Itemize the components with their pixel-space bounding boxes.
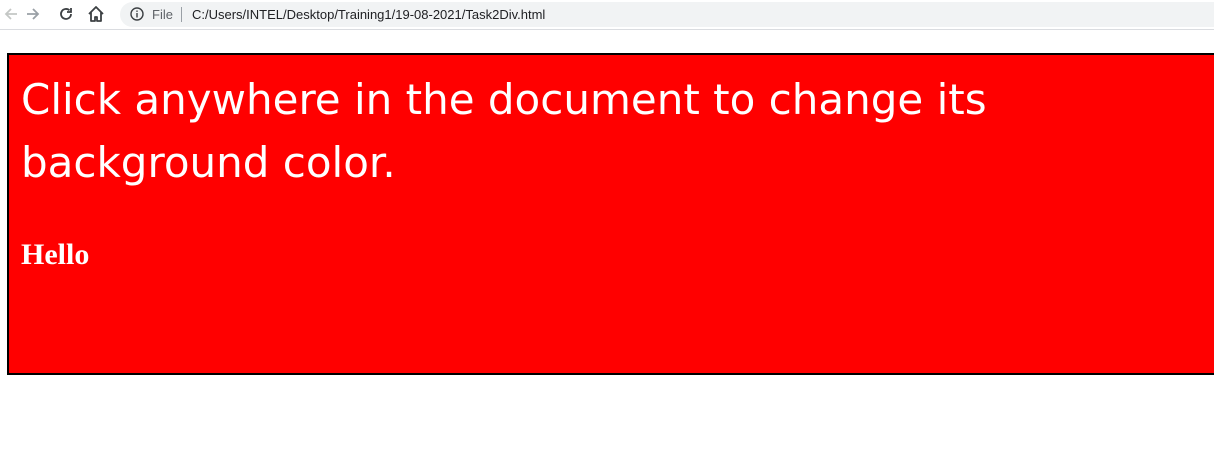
address-bar[interactable]: File C:/Users/INTEL/Desktop/Training1/19…: [120, 2, 1214, 27]
browser-toolbar: File C:/Users/INTEL/Desktop/Training1/19…: [0, 0, 1214, 30]
arrow-right-icon: [27, 8, 40, 20]
forward-button[interactable]: [22, 3, 44, 25]
reload-button[interactable]: [55, 3, 77, 25]
url-text[interactable]: C:/Users/INTEL/Desktop/Training1/19-08-2…: [192, 7, 545, 22]
omnibox-divider: [181, 7, 182, 22]
info-icon[interactable]: [130, 7, 144, 21]
scheme-label: File: [152, 7, 173, 22]
home-icon: [88, 6, 104, 22]
arrow-left-icon: [4, 8, 17, 20]
back-button[interactable]: [0, 3, 22, 25]
instruction-text: Click anywhere in the document to change…: [21, 75, 987, 187]
reload-icon: [60, 8, 72, 20]
hello-heading: Hello: [21, 238, 90, 271]
home-button[interactable]: [85, 3, 107, 25]
